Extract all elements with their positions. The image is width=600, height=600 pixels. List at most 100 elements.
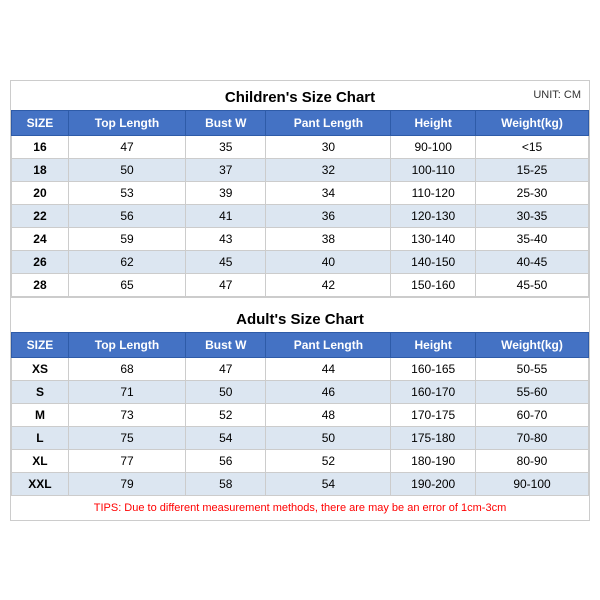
table-cell: 54	[266, 472, 391, 495]
table-cell: 28	[12, 273, 69, 296]
table-cell: 40	[266, 250, 391, 273]
table-row: 18503732100-11015-25	[12, 158, 589, 181]
col-height-adult: Height	[391, 332, 476, 357]
table-cell: 38	[266, 227, 391, 250]
table-cell: XS	[12, 357, 69, 380]
table-cell: 46	[266, 380, 391, 403]
table-cell: XXL	[12, 472, 69, 495]
children-title-text: Children's Size Chart	[225, 89, 375, 106]
table-cell: 55-60	[476, 380, 589, 403]
table-cell: 75	[68, 426, 185, 449]
table-row: 26624540140-15040-45	[12, 250, 589, 273]
table-cell: 52	[186, 403, 266, 426]
table-cell: 170-175	[391, 403, 476, 426]
table-cell: 110-120	[391, 181, 476, 204]
unit-label: UNIT: CM	[533, 89, 581, 101]
table-cell: 58	[186, 472, 266, 495]
table-cell: 40-45	[476, 250, 589, 273]
table-cell: 77	[68, 449, 185, 472]
table-cell: 35	[186, 135, 266, 158]
col-size-adult: SIZE	[12, 332, 69, 357]
table-cell: 160-170	[391, 380, 476, 403]
table-cell: 56	[186, 449, 266, 472]
table-cell: <15	[476, 135, 589, 158]
table-cell: 79	[68, 472, 185, 495]
table-cell: 65	[68, 273, 185, 296]
table-cell: 36	[266, 204, 391, 227]
table-cell: 45-50	[476, 273, 589, 296]
table-cell: 50	[68, 158, 185, 181]
col-top-length-adult: Top Length	[68, 332, 185, 357]
table-row: 1647353090-100<15	[12, 135, 589, 158]
table-row: 28654742150-16045-50	[12, 273, 589, 296]
table-cell: 41	[186, 204, 266, 227]
table-cell: 100-110	[391, 158, 476, 181]
table-cell: 16	[12, 135, 69, 158]
table-cell: 45	[186, 250, 266, 273]
table-cell: 175-180	[391, 426, 476, 449]
table-cell: 70-80	[476, 426, 589, 449]
table-cell: 130-140	[391, 227, 476, 250]
tips-text: TIPS: Due to different measurement metho…	[11, 496, 589, 520]
table-cell: 20	[12, 181, 69, 204]
table-cell: 22	[12, 204, 69, 227]
table-cell: 43	[186, 227, 266, 250]
table-cell: 73	[68, 403, 185, 426]
table-cell: 30	[266, 135, 391, 158]
table-cell: 60-70	[476, 403, 589, 426]
table-cell: L	[12, 426, 69, 449]
children-table: SIZE Top Length Bust W Pant Length Heigh…	[11, 110, 589, 297]
table-cell: 160-165	[391, 357, 476, 380]
adult-header-row: SIZE Top Length Bust W Pant Length Heigh…	[12, 332, 589, 357]
table-cell: 190-200	[391, 472, 476, 495]
table-cell: 44	[266, 357, 391, 380]
table-cell: 71	[68, 380, 185, 403]
table-cell: 37	[186, 158, 266, 181]
table-cell: 53	[68, 181, 185, 204]
children-section-title: Children's Size Chart UNIT: CM	[11, 81, 589, 110]
col-weight-adult: Weight(kg)	[476, 332, 589, 357]
table-row: 22564136120-13030-35	[12, 204, 589, 227]
table-cell: 90-100	[391, 135, 476, 158]
table-row: XXL795854190-20090-100	[12, 472, 589, 495]
table-cell: 80-90	[476, 449, 589, 472]
table-cell: 150-160	[391, 273, 476, 296]
table-row: 24594338130-14035-40	[12, 227, 589, 250]
table-cell: 47	[186, 273, 266, 296]
table-cell: 15-25	[476, 158, 589, 181]
table-cell: 47	[68, 135, 185, 158]
adult-table: SIZE Top Length Bust W Pant Length Heigh…	[11, 332, 589, 496]
table-row: XL775652180-19080-90	[12, 449, 589, 472]
table-cell: 68	[68, 357, 185, 380]
table-cell: 39	[186, 181, 266, 204]
table-cell: S	[12, 380, 69, 403]
table-cell: M	[12, 403, 69, 426]
table-cell: 62	[68, 250, 185, 273]
table-cell: 26	[12, 250, 69, 273]
table-row: 20533934110-12025-30	[12, 181, 589, 204]
table-cell: 47	[186, 357, 266, 380]
table-cell: 30-35	[476, 204, 589, 227]
table-cell: 50-55	[476, 357, 589, 380]
table-row: L755450175-18070-80	[12, 426, 589, 449]
table-cell: 24	[12, 227, 69, 250]
table-cell: 50	[186, 380, 266, 403]
col-top-length: Top Length	[68, 110, 185, 135]
adult-title-text: Adult's Size Chart	[236, 311, 364, 328]
table-row: M735248170-17560-70	[12, 403, 589, 426]
table-cell: 25-30	[476, 181, 589, 204]
table-cell: 56	[68, 204, 185, 227]
col-size: SIZE	[12, 110, 69, 135]
table-cell: 32	[266, 158, 391, 181]
table-cell: 42	[266, 273, 391, 296]
adult-section-title: Adult's Size Chart	[11, 303, 589, 332]
table-cell: 54	[186, 426, 266, 449]
col-weight: Weight(kg)	[476, 110, 589, 135]
table-cell: XL	[12, 449, 69, 472]
table-cell: 120-130	[391, 204, 476, 227]
table-cell: 180-190	[391, 449, 476, 472]
table-row: S715046160-17055-60	[12, 380, 589, 403]
table-cell: 35-40	[476, 227, 589, 250]
col-bust-w: Bust W	[186, 110, 266, 135]
table-cell: 52	[266, 449, 391, 472]
